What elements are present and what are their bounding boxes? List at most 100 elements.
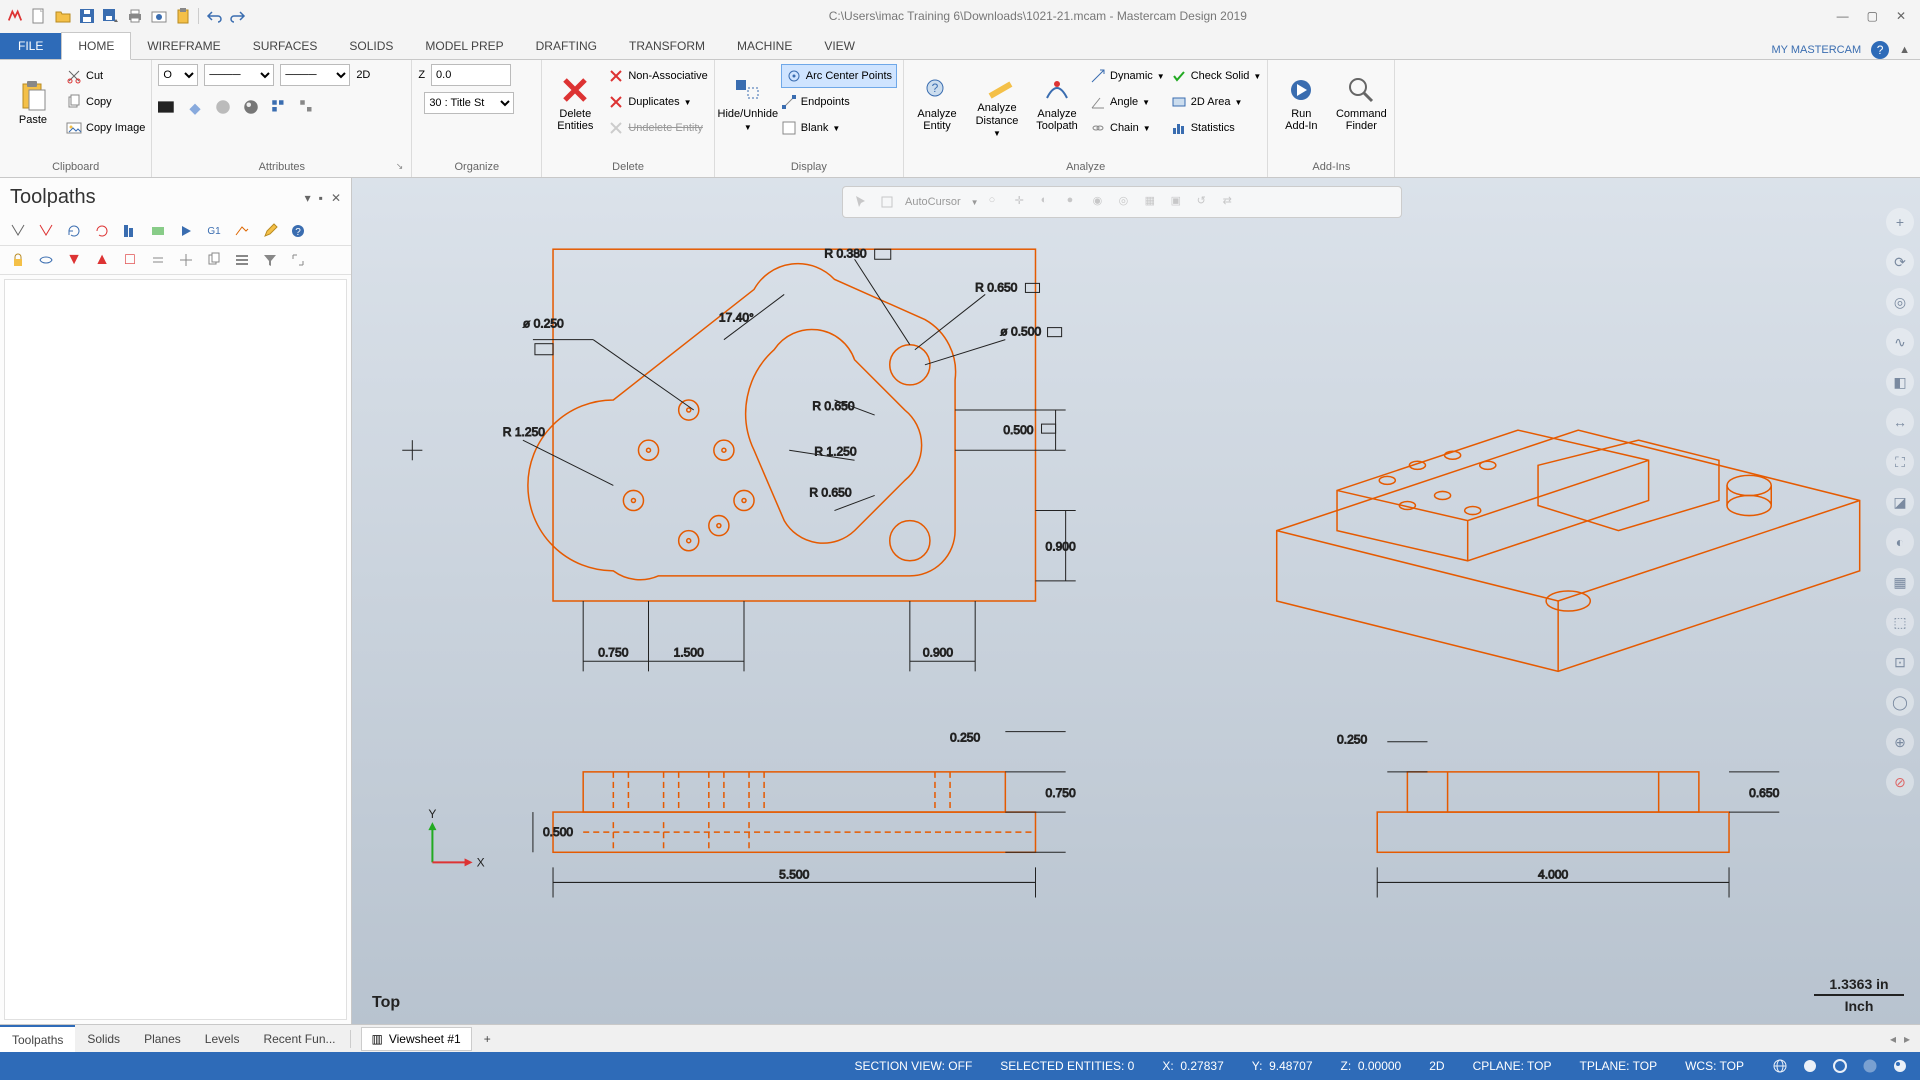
paste-button[interactable]: Paste [6, 64, 60, 142]
tab-transform[interactable]: TRANSFORM [613, 33, 721, 59]
screenshot-icon[interactable] [150, 7, 168, 25]
chain-button[interactable]: Chain▼ [1090, 116, 1165, 140]
edit-icon[interactable] [260, 221, 280, 241]
more1-icon[interactable]: ⬚ [1886, 608, 1914, 636]
statistics-button[interactable]: Statistics [1171, 116, 1262, 140]
zoom-in-icon[interactable]: + [1886, 208, 1914, 236]
maximize-icon[interactable]: ▢ [1867, 9, 1878, 23]
add-viewsheet-icon[interactable]: + [472, 1026, 503, 1052]
sel-6-icon[interactable]: ◎ [1119, 194, 1135, 210]
tab-view[interactable]: VIEW [808, 33, 871, 59]
cut-button[interactable]: Cut [66, 64, 145, 88]
analyze-distance-button[interactable]: Analyze Distance▼ [970, 64, 1024, 142]
regen-icon[interactable] [64, 221, 84, 241]
highfeed-icon[interactable] [232, 221, 252, 241]
mode-2d[interactable]: 2D [1429, 1059, 1444, 1073]
run-addin-button[interactable]: Run Add-In [1274, 64, 1328, 142]
delete-entities-button[interactable]: Delete Entities [548, 64, 602, 142]
sel-1-icon[interactable]: ○ [989, 194, 1005, 210]
viewsheet-tab[interactable]: ▥ Viewsheet #1 [361, 1027, 472, 1051]
select-dirty-icon[interactable] [36, 221, 56, 241]
more4-icon[interactable]: ⊕ [1886, 728, 1914, 756]
print-icon[interactable] [126, 7, 144, 25]
lock-icon[interactable] [8, 250, 28, 270]
shade-icon[interactable]: ◐ [1886, 528, 1914, 556]
tab-wireframe[interactable]: WIREFRAME [131, 33, 236, 59]
fit-icon[interactable]: ⛶ [1886, 448, 1914, 476]
line-style-select[interactable]: ──── [204, 64, 274, 86]
minimize-icon[interactable]: — [1837, 9, 1849, 23]
tri-up-icon[interactable]: ▲ [92, 250, 112, 270]
graphics-viewport[interactable]: AutoCursor ▼ ○ ✛ ◐ ● ◉ ◎ ▦ ▣ ↺ ⇄ + ⟳ ◎ ∿… [352, 178, 1920, 1024]
display-toggle-icon[interactable] [36, 250, 56, 270]
tab-machine[interactable]: MACHINE [721, 33, 808, 59]
grid-align-icon[interactable] [270, 98, 288, 116]
panel-pin-icon[interactable]: ▪ [319, 191, 323, 205]
select-all-icon[interactable] [8, 221, 28, 241]
square-icon[interactable]: □ [120, 250, 140, 270]
z-value-input[interactable] [431, 64, 511, 86]
level-select[interactable]: 30 : Title St [424, 92, 514, 114]
fill-color-icon[interactable] [186, 98, 204, 116]
regen-dirty-icon[interactable] [92, 221, 112, 241]
target-icon[interactable]: ◎ [1886, 288, 1914, 316]
sel-3-icon[interactable]: ◐ [1041, 194, 1057, 210]
material-mode-icon[interactable] [1892, 1058, 1908, 1074]
pan-icon[interactable]: ↔ [1886, 408, 1914, 436]
wcs-status[interactable]: WCS: TOP [1685, 1059, 1744, 1073]
angle-button[interactable]: Angle▼ [1090, 90, 1165, 114]
backplot-icon[interactable] [120, 221, 140, 241]
blank-button[interactable]: Blank▼ [781, 116, 897, 140]
shaded-mode-icon[interactable] [1802, 1058, 1818, 1074]
toolpaths-tree[interactable] [4, 279, 347, 1020]
tab-home[interactable]: HOME [61, 32, 131, 60]
grid-align2-icon[interactable] [298, 98, 316, 116]
material-icon[interactable] [214, 98, 232, 116]
check-solid-button[interactable]: Check Solid▼ [1171, 64, 1262, 88]
options-icon[interactable] [232, 250, 252, 270]
outline-mode-icon[interactable] [1832, 1058, 1848, 1074]
dynamic-button[interactable]: Dynamic▼ [1090, 64, 1165, 88]
tri-down-icon[interactable]: ▼ [64, 250, 84, 270]
sel-10-icon[interactable]: ⇄ [1223, 194, 1239, 210]
wave-icon[interactable]: ∿ [1886, 328, 1914, 356]
collapse-ribbon-icon[interactable]: ▲ [1899, 44, 1910, 56]
rotate-icon[interactable]: ⟳ [1886, 248, 1914, 276]
duplicates-button[interactable]: Duplicates▼ [608, 90, 707, 114]
open-file-icon[interactable] [54, 7, 72, 25]
verify-icon[interactable] [148, 221, 168, 241]
expand-icon[interactable] [288, 250, 308, 270]
color-swatch-icon[interactable] [158, 98, 176, 116]
btab-solids[interactable]: Solids [75, 1026, 132, 1052]
line-width-select[interactable]: ──── [280, 64, 350, 86]
move-icon[interactable] [176, 250, 196, 270]
save-dropdown-icon[interactable] [102, 7, 120, 25]
simulate-icon[interactable] [176, 221, 196, 241]
filter-icon[interactable] [260, 250, 280, 270]
sel-7-icon[interactable]: ▦ [1145, 194, 1161, 210]
non-associative-button[interactable]: Non-Associative [608, 64, 707, 88]
stop-icon[interactable]: ⊘ [1886, 768, 1914, 796]
wire-icon[interactable]: ▦ [1886, 568, 1914, 596]
more2-icon[interactable]: ⊡ [1886, 648, 1914, 676]
iso-icon[interactable]: ◪ [1886, 488, 1914, 516]
collapse-icon[interactable] [148, 250, 168, 270]
cursor-icon[interactable] [853, 194, 869, 210]
help-icon-tb[interactable]: ? [288, 221, 308, 241]
redo-icon[interactable] [229, 7, 247, 25]
scroll-right-icon[interactable]: ▸ [1904, 1032, 1910, 1046]
sel-9-icon[interactable]: ↺ [1197, 194, 1213, 210]
post-g1-icon[interactable]: G1 [204, 221, 224, 241]
undo-icon[interactable] [205, 7, 223, 25]
paste-special-icon[interactable] [174, 7, 192, 25]
copy-op-icon[interactable] [204, 250, 224, 270]
help-icon[interactable]: ? [1871, 41, 1889, 59]
btab-planes[interactable]: Planes [132, 1026, 193, 1052]
my-mastercam-link[interactable]: MY MASTERCAM [1771, 44, 1861, 56]
hide-unhide-button[interactable]: Hide/Unhide ▼ [721, 64, 775, 142]
shade-icon[interactable] [242, 98, 260, 116]
point-style-select[interactable]: O [158, 64, 198, 86]
tplane-status[interactable]: TPLANE: TOP [1580, 1059, 1658, 1073]
sel-2-icon[interactable]: ✛ [1015, 194, 1031, 210]
tab-file[interactable]: FILE [0, 33, 61, 59]
